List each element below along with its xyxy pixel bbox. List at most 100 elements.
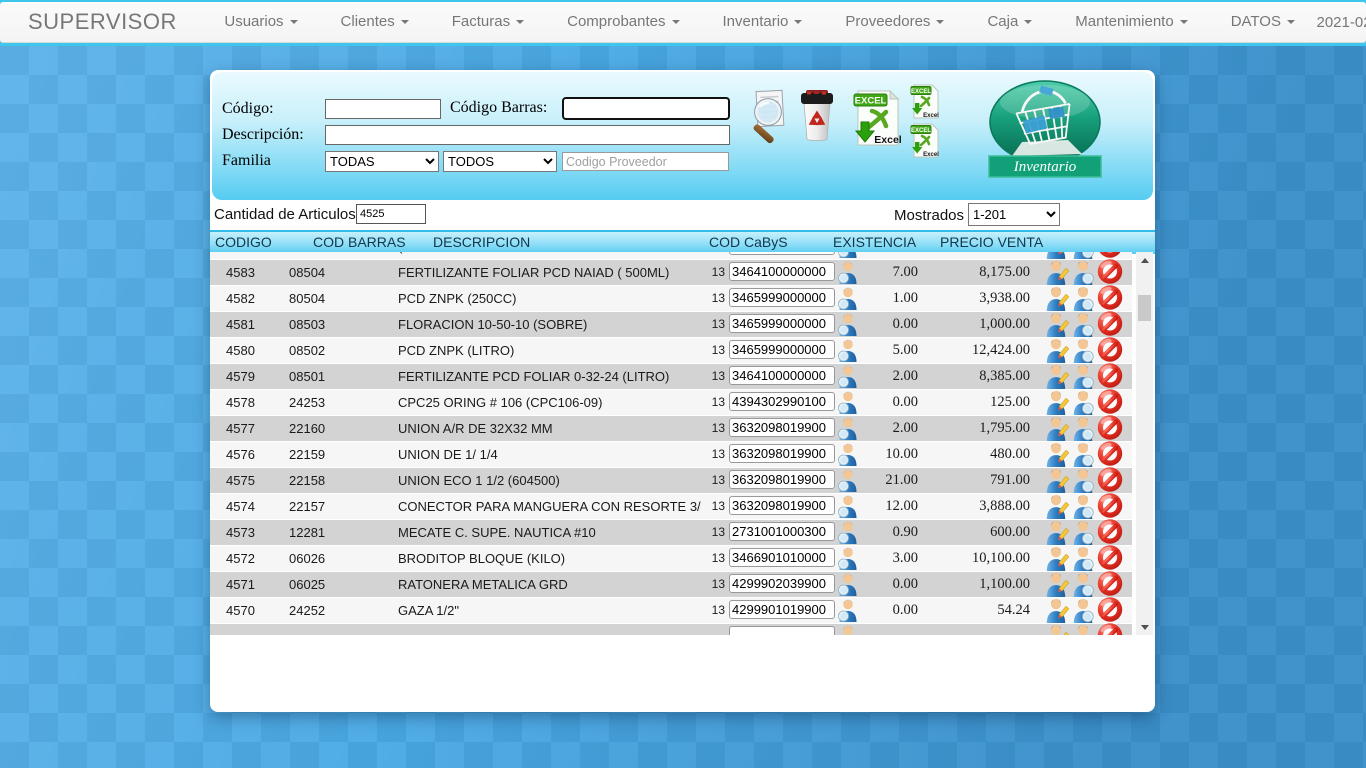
- cabys-input[interactable]: [729, 522, 835, 541]
- user-lookup-icon[interactable]: [836, 596, 860, 623]
- user-lookup-icon[interactable]: [836, 466, 860, 493]
- user-edit-icon[interactable]: [1043, 544, 1069, 571]
- cabys-input[interactable]: [729, 626, 835, 635]
- cabys-input[interactable]: [729, 262, 835, 281]
- cabys-input[interactable]: [729, 340, 835, 359]
- user-view-icon[interactable]: [1070, 440, 1096, 467]
- user-view-icon[interactable]: [1070, 622, 1096, 635]
- user-lookup-icon[interactable]: [836, 362, 860, 389]
- nav-menu-item[interactable]: Usuarios: [203, 2, 319, 42]
- excel-export-icon[interactable]: EXCEL Excel: [852, 89, 902, 147]
- block-icon[interactable]: [1097, 466, 1123, 493]
- user-edit-icon[interactable]: [1043, 492, 1069, 519]
- block-icon[interactable]: [1097, 622, 1123, 635]
- user-edit-icon[interactable]: [1043, 518, 1069, 545]
- scroll-up-icon[interactable]: [1136, 252, 1153, 268]
- user-date-menu[interactable]: 2021-02-16 RUDDY: [1316, 14, 1366, 31]
- inventario-logo[interactable]: Inventario: [988, 80, 1102, 178]
- user-view-icon[interactable]: [1070, 492, 1096, 519]
- block-icon[interactable]: [1097, 414, 1123, 441]
- user-view-icon[interactable]: [1070, 284, 1096, 311]
- block-icon[interactable]: [1097, 440, 1123, 467]
- cabys-input[interactable]: [729, 574, 835, 593]
- user-view-icon[interactable]: [1070, 544, 1096, 571]
- user-view-icon[interactable]: [1070, 596, 1096, 623]
- cabys-input[interactable]: [729, 392, 835, 411]
- excel-export-small-icon-2[interactable]: EXCEL Excel: [910, 122, 940, 159]
- excel-export-small-icon[interactable]: EXCEL Excel: [910, 83, 940, 120]
- user-lookup-icon[interactable]: [836, 492, 860, 519]
- user-lookup-icon[interactable]: [836, 570, 860, 597]
- user-view-icon[interactable]: [1070, 258, 1096, 285]
- block-icon[interactable]: [1097, 362, 1123, 389]
- user-edit-icon[interactable]: [1043, 570, 1069, 597]
- user-view-icon[interactable]: [1070, 466, 1096, 493]
- nav-menu-item[interactable]: Caja: [966, 2, 1054, 42]
- user-view-icon[interactable]: [1070, 310, 1096, 337]
- nav-menu-item[interactable]: Mantenimiento: [1054, 2, 1209, 42]
- cabys-input[interactable]: [729, 444, 835, 463]
- block-icon[interactable]: [1097, 492, 1123, 519]
- user-edit-icon[interactable]: [1043, 258, 1069, 285]
- app-brand[interactable]: SUPERVISOR: [28, 9, 177, 35]
- recycle-bin-icon[interactable]: [794, 87, 840, 143]
- nav-menu-item[interactable]: Facturas: [430, 2, 545, 42]
- codigo-proveedor-input[interactable]: [562, 152, 729, 171]
- user-view-icon[interactable]: [1070, 336, 1096, 363]
- document-search-icon[interactable]: [748, 88, 792, 144]
- cabys-input[interactable]: [729, 496, 835, 515]
- user-view-icon[interactable]: [1070, 362, 1096, 389]
- nav-menu-item[interactable]: Clientes: [319, 2, 430, 42]
- user-edit-icon[interactable]: [1043, 622, 1069, 635]
- user-lookup-icon[interactable]: [836, 544, 860, 571]
- cabys-input[interactable]: [729, 288, 835, 307]
- block-icon[interactable]: [1097, 336, 1123, 363]
- user-lookup-icon[interactable]: [836, 518, 860, 545]
- nav-menu-item[interactable]: Comprobantes: [546, 2, 701, 42]
- user-lookup-icon[interactable]: [836, 284, 860, 311]
- user-edit-icon[interactable]: [1043, 362, 1069, 389]
- user-lookup-icon[interactable]: [836, 622, 860, 635]
- user-view-icon[interactable]: [1070, 518, 1096, 545]
- nav-menu-item[interactable]: Inventario: [701, 2, 824, 42]
- user-lookup-icon[interactable]: [836, 414, 860, 441]
- block-icon[interactable]: [1097, 570, 1123, 597]
- user-edit-icon[interactable]: [1043, 414, 1069, 441]
- block-icon[interactable]: [1097, 518, 1123, 545]
- codigo-barras-input[interactable]: [562, 97, 730, 120]
- cabys-input[interactable]: [729, 470, 835, 489]
- user-view-icon[interactable]: [1070, 570, 1096, 597]
- nav-menu-item[interactable]: DATOS: [1209, 2, 1316, 42]
- user-lookup-icon[interactable]: [836, 336, 860, 363]
- user-lookup-icon[interactable]: [836, 258, 860, 285]
- familia-select[interactable]: TODAS: [325, 151, 439, 172]
- block-icon[interactable]: [1097, 258, 1123, 285]
- user-edit-icon[interactable]: [1043, 440, 1069, 467]
- cabys-input[interactable]: [729, 600, 835, 619]
- user-edit-icon[interactable]: [1043, 466, 1069, 493]
- cantidad-input[interactable]: [356, 204, 426, 224]
- codigo-input[interactable]: [325, 99, 441, 119]
- user-edit-icon[interactable]: [1043, 310, 1069, 337]
- user-view-icon[interactable]: [1070, 414, 1096, 441]
- block-icon[interactable]: [1097, 596, 1123, 623]
- scrollbar-thumb[interactable]: [1138, 295, 1151, 321]
- block-icon[interactable]: [1097, 284, 1123, 311]
- mostrados-select[interactable]: 1-201: [968, 203, 1060, 226]
- cabys-input[interactable]: [729, 252, 835, 255]
- block-icon[interactable]: [1097, 310, 1123, 337]
- user-edit-icon[interactable]: [1043, 284, 1069, 311]
- scroll-down-icon[interactable]: [1136, 619, 1153, 635]
- tipo-select[interactable]: TODOS: [443, 151, 557, 172]
- cabys-input[interactable]: [729, 366, 835, 385]
- user-lookup-icon[interactable]: [836, 440, 860, 467]
- block-icon[interactable]: [1097, 544, 1123, 571]
- user-lookup-icon[interactable]: [836, 388, 860, 415]
- table-scrollbar[interactable]: [1136, 252, 1153, 635]
- descripcion-input[interactable]: [325, 125, 730, 145]
- cabys-input[interactable]: [729, 548, 835, 567]
- user-view-icon[interactable]: [1070, 388, 1096, 415]
- nav-menu-item[interactable]: Proveedores: [824, 2, 966, 42]
- user-lookup-icon[interactable]: [836, 310, 860, 337]
- user-edit-icon[interactable]: [1043, 596, 1069, 623]
